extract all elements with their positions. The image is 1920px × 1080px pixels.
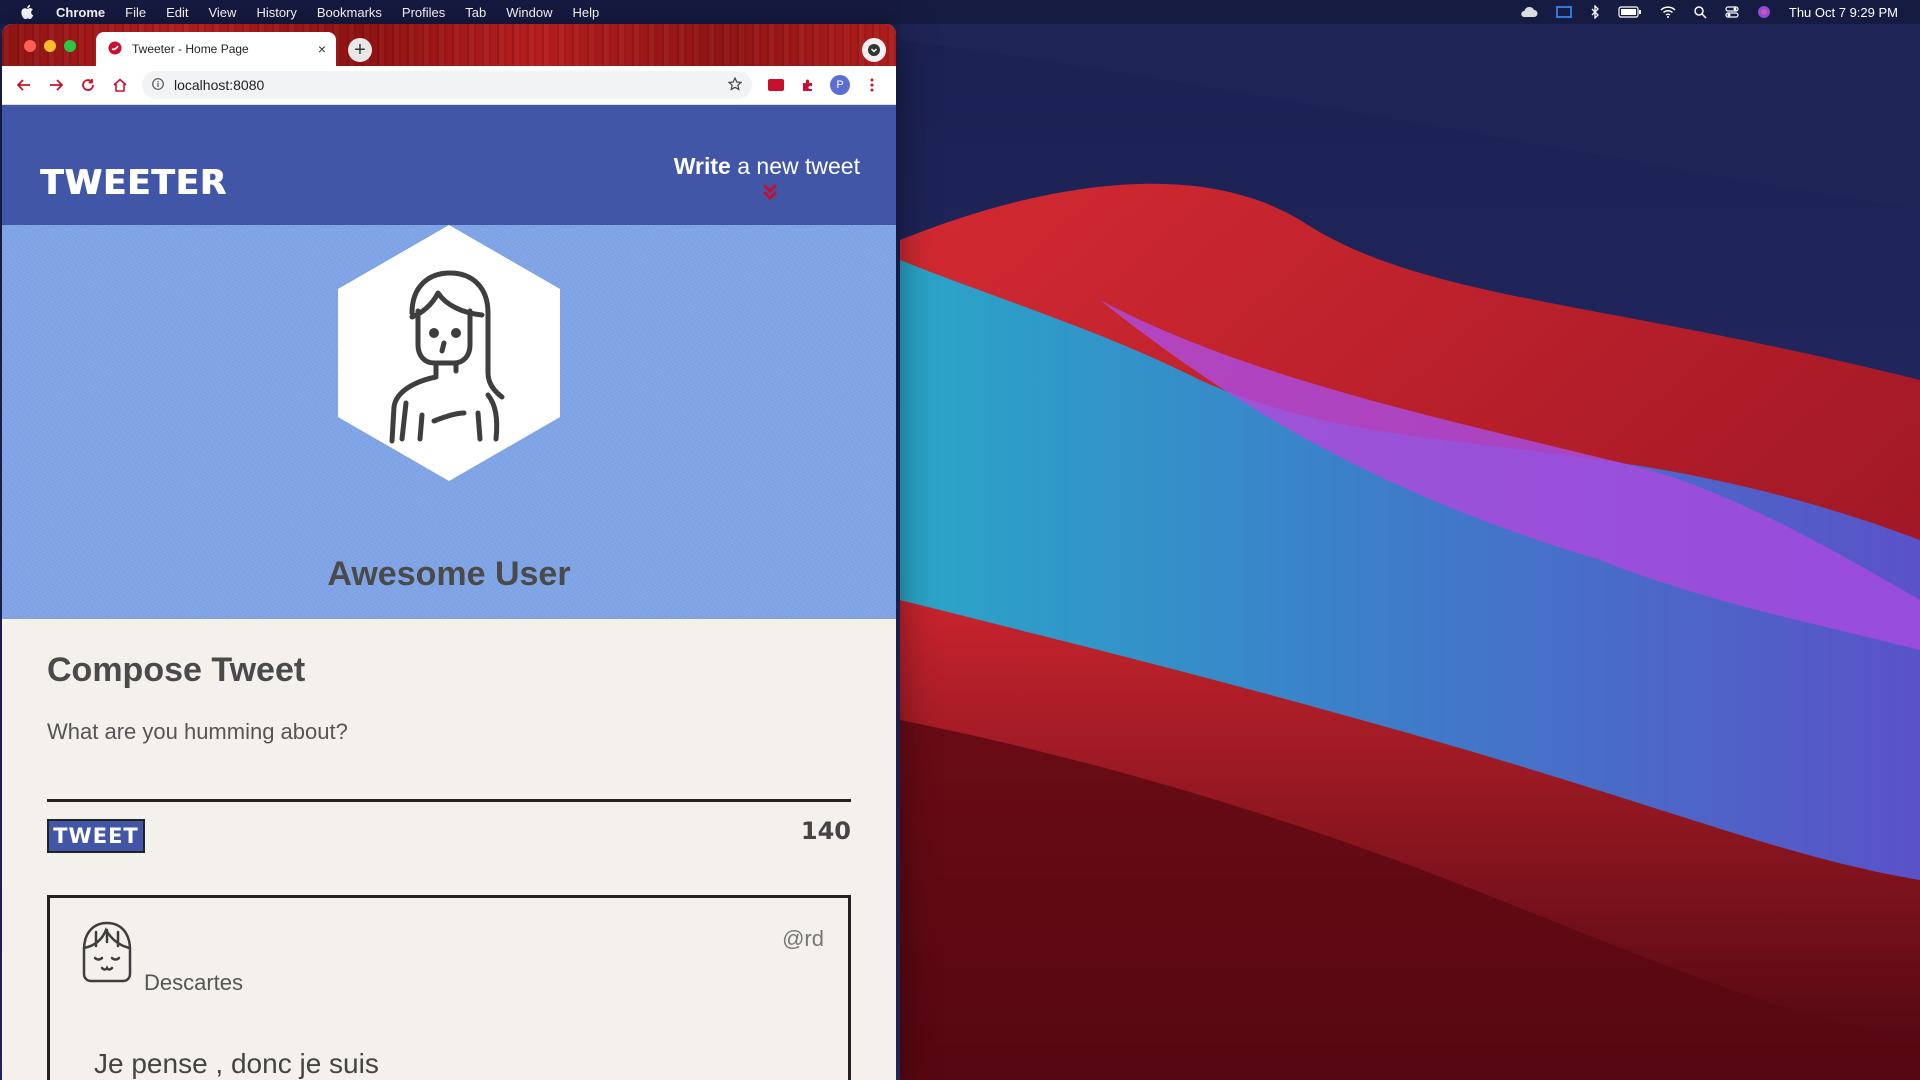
bluetooth-icon[interactable] [1590,5,1600,19]
menu-bookmarks[interactable]: Bookmarks [317,5,382,20]
more-menu-icon[interactable] [858,71,886,99]
profile-username: Awesome User [327,555,571,593]
cloud-icon[interactable] [1520,6,1538,18]
menu-file[interactable]: File [125,5,146,20]
new-tab-button[interactable]: + [348,38,372,62]
menu-app-name[interactable]: Chrome [56,5,105,20]
tab-strip: Tweeter - Home Page × + [2,24,896,66]
extension-red-icon[interactable] [762,71,790,99]
menu-profiles[interactable]: Profiles [402,5,445,20]
browser-toolbar: localhost:8080 P [2,66,896,105]
write-link-bold: Write [673,153,731,179]
tweet-textarea[interactable] [47,719,851,802]
tweeter-favicon-icon [108,41,122,58]
url-text[interactable]: localhost:8080 [174,77,728,93]
window-minimize-button[interactable] [44,40,56,52]
tweet-submit-button[interactable]: TWEET [47,819,145,853]
site-logo[interactable]: TWEETER [40,163,227,203]
page-content: TWEETER Write a new tweet Awesome User C… [2,105,896,1080]
profile-header: Awesome User [2,225,896,619]
tweet-body: Je pense , donc je suis [94,1048,379,1079]
forward-arrow-icon[interactable] [42,71,70,99]
tweet-author-name: Descartes [144,970,244,995]
reload-icon[interactable] [74,71,102,99]
menu-view[interactable]: View [208,5,236,20]
menubar-clock[interactable]: Thu Oct 7 9:29 PM [1789,5,1898,20]
write-new-tweet-link[interactable]: Write a new tweet [674,153,860,180]
tweet-author-handle: @rd [782,926,824,951]
window-close-button[interactable] [24,40,36,52]
character-counter: 140 [800,817,851,845]
site-nav-bar: TWEETER Write a new tweet [2,105,896,225]
siri-icon[interactable] [1757,5,1771,19]
menu-history[interactable]: History [256,5,296,20]
browser-window: Tweeter - Home Page × + localhost:8080 P [2,24,896,1080]
profile-avatar[interactable]: P [826,71,854,99]
back-arrow-icon[interactable] [10,71,38,99]
user-avatar [338,225,560,481]
macos-menu-bar: Chrome File Edit View History Bookmarks … [0,0,1920,24]
compose-title: Compose Tweet [47,651,306,689]
tweet-card: Descartes @rd Je pense , donc je suis [47,895,851,1080]
menu-edit[interactable]: Edit [166,5,188,20]
menu-tab[interactable]: Tab [465,5,486,20]
wifi-icon[interactable] [1660,6,1676,18]
tab-tweeter-home[interactable]: Tweeter - Home Page × [96,32,336,66]
site-info-icon[interactable] [152,77,164,93]
spotlight-search-icon[interactable] [1694,5,1707,19]
apple-icon[interactable] [20,4,36,20]
double-chevron-down-icon[interactable] [762,183,778,206]
tweet-author-avatar [82,921,132,983]
extensions-puzzle-icon[interactable] [794,71,822,99]
address-bar[interactable]: localhost:8080 [142,71,752,99]
tab-close-icon[interactable]: × [318,41,326,57]
bookmark-star-icon[interactable] [727,76,743,94]
home-icon[interactable] [106,71,134,99]
control-center-icon[interactable] [1725,6,1739,18]
menu-window[interactable]: Window [506,5,552,20]
screen-mirroring-icon[interactable] [1556,6,1572,18]
write-link-rest: a new tweet [730,153,860,179]
menu-help[interactable]: Help [573,5,600,20]
tab-search-icon[interactable] [862,38,886,62]
tab-title: Tweeter - Home Page [132,42,249,56]
battery-icon[interactable] [1618,6,1642,18]
window-maximize-button[interactable] [64,40,76,52]
